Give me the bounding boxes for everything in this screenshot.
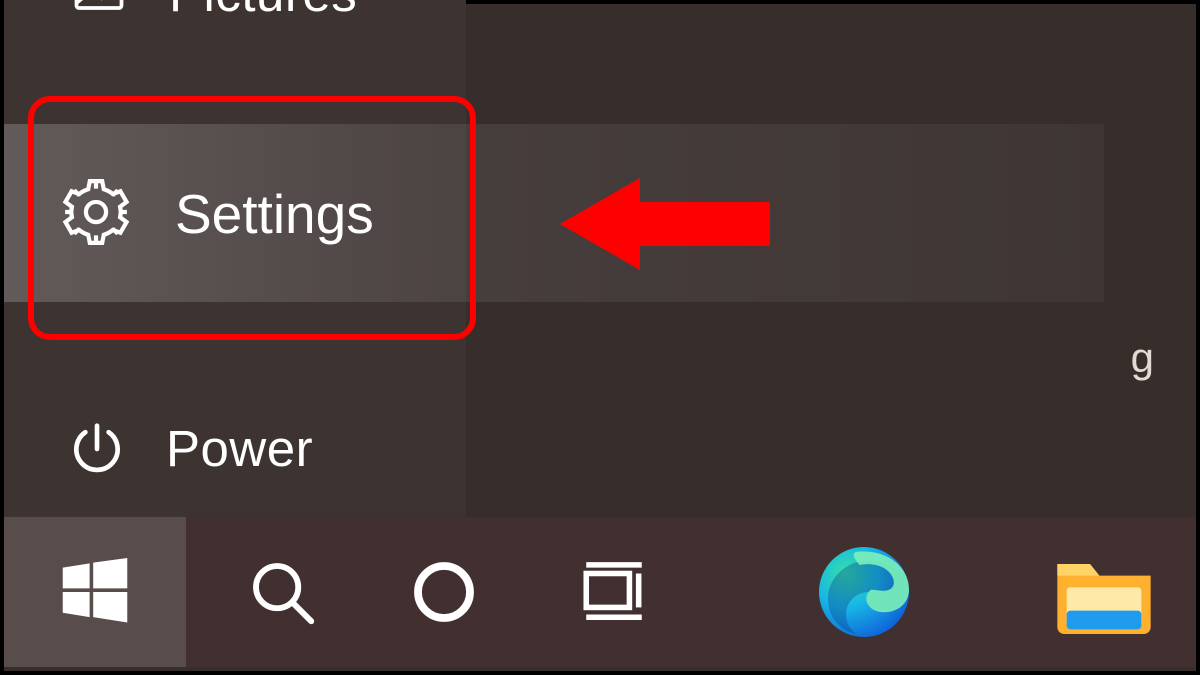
taskbar-pinned-edge[interactable] — [764, 517, 964, 667]
start-menu-item-label: Pictures — [169, 0, 357, 23]
search-icon — [243, 553, 321, 631]
start-menu-item-power[interactable]: Power — [66, 388, 526, 508]
taskbar-cortana-button[interactable] — [374, 517, 514, 667]
start-menu-item-pictures[interactable]: Pictures — [69, 0, 529, 38]
taskbar-task-view-button[interactable] — [544, 517, 684, 667]
start-menu-item-label: Settings — [175, 182, 374, 246]
start-menu-item-label: Power — [166, 419, 313, 478]
taskbar-search-button[interactable] — [212, 517, 352, 667]
taskbar — [4, 517, 1196, 667]
annotation-arrow-left-icon — [560, 172, 770, 276]
edge-browser-icon — [810, 538, 918, 646]
taskbar-pinned-file-explorer[interactable] — [1004, 517, 1200, 667]
task-view-icon — [577, 555, 651, 629]
background-text-fragment: g — [1131, 334, 1154, 382]
gear-icon — [57, 173, 135, 251]
screenshot-frame: Pictures Settings Power g — [0, 0, 1200, 675]
cortana-icon — [405, 553, 483, 631]
pictures-icon — [69, 0, 129, 23]
windows-logo-icon — [52, 549, 138, 635]
taskbar-start-button[interactable] — [4, 517, 186, 667]
file-explorer-icon — [1048, 536, 1160, 648]
power-icon — [66, 418, 126, 478]
start-menu-item-settings[interactable]: Settings — [4, 124, 1104, 302]
